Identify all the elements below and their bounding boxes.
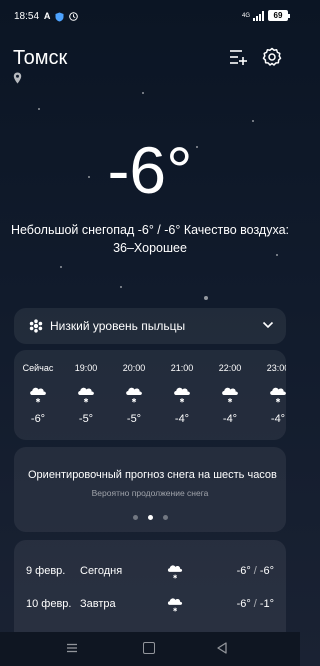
shield-icon bbox=[55, 12, 64, 21]
status-bar: 18:54 𝐀 4G 69 bbox=[0, 0, 300, 34]
day-name: Сегодня bbox=[80, 565, 123, 577]
temp-separator: / bbox=[253, 598, 257, 610]
battery-level: 69 bbox=[273, 11, 283, 20]
hour-temp: -4° bbox=[222, 413, 238, 425]
hour-temp: -5° bbox=[126, 413, 142, 425]
day-name: Завтра bbox=[80, 598, 116, 610]
snow-cloud-icon: ✱ bbox=[167, 565, 183, 580]
page-indicator[interactable] bbox=[14, 515, 286, 520]
text-a-icon: 𝐀 bbox=[44, 11, 51, 21]
page-dot[interactable] bbox=[132, 515, 138, 520]
day-temps: -6° / -6° bbox=[237, 565, 274, 577]
hour-temp: -4° bbox=[270, 413, 286, 425]
status-time: 18:54 bbox=[14, 11, 40, 22]
snow-particle bbox=[60, 266, 62, 268]
day-temps: -6° / -1° bbox=[237, 598, 274, 610]
svg-text:✱: ✱ bbox=[227, 398, 232, 405]
snow-particle bbox=[142, 92, 144, 94]
hour-item[interactable]: Сейчас ✱ -6° bbox=[14, 350, 62, 440]
hour-item[interactable]: 21:00 ✱ -4° bbox=[158, 350, 206, 440]
hour-temp: -5° bbox=[78, 413, 94, 425]
settings-gear-icon[interactable] bbox=[262, 47, 282, 67]
hour-time: 23:00 bbox=[266, 363, 286, 373]
status-indicators: 4G 69 bbox=[241, 10, 290, 21]
day-low: -6° bbox=[236, 565, 251, 577]
day-row[interactable]: 9 февр. Сегодня ✱ -6° / -6° bbox=[14, 562, 286, 582]
svg-text:✱: ✱ bbox=[83, 398, 88, 405]
temp-separator: / bbox=[253, 565, 257, 577]
snow-particle bbox=[120, 286, 122, 288]
system-nav-bar bbox=[0, 632, 300, 666]
battery-icon: 69 bbox=[268, 10, 290, 21]
day-row[interactable]: 10 февр. Завтра ✱ -6° / -1° bbox=[14, 595, 286, 615]
hour-time: 21:00 bbox=[170, 363, 194, 373]
hour-temp: -6° bbox=[30, 413, 46, 425]
day-low: -6° bbox=[236, 598, 251, 610]
signal-icon bbox=[253, 10, 265, 21]
day-high: -6° bbox=[259, 565, 274, 577]
snow-cloud-icon: ✱ bbox=[174, 387, 190, 405]
hour-item[interactable]: 20:00 ✱ -5° bbox=[110, 350, 158, 440]
svg-text:✱: ✱ bbox=[179, 398, 184, 405]
snow-cloud-icon: ✱ bbox=[222, 387, 238, 405]
day-date: 9 февр. bbox=[26, 565, 66, 577]
snow-forecast-title: Ориентировочный прогноз снега на шесть ч… bbox=[28, 469, 277, 481]
current-temperature: -6° bbox=[107, 133, 193, 207]
network-type: 4G bbox=[241, 12, 250, 19]
snow-forecast-subtitle: Вероятно продолжение снега bbox=[91, 488, 209, 498]
home-icon[interactable] bbox=[143, 642, 155, 654]
pollen-label: Низкий уровень пыльцы bbox=[50, 319, 186, 333]
snow-forecast-card[interactable]: Ориентировочный прогноз снега на шесть ч… bbox=[14, 447, 286, 532]
svg-text:✱: ✱ bbox=[35, 398, 40, 405]
location-pin-icon bbox=[13, 72, 22, 84]
pollen-card[interactable]: Низкий уровень пыльцы bbox=[14, 308, 286, 344]
chevron-down-icon[interactable] bbox=[262, 320, 274, 330]
hourly-forecast[interactable]: Сейчас ✱ -6° 19:00 ✱ -5° 20:00 ✱ -5° 21:… bbox=[14, 350, 286, 440]
daily-forecast[interactable]: 9 февр. Сегодня ✱ -6° / -6° 10 февр. Завтр… bbox=[14, 540, 286, 632]
page-dot-active[interactable] bbox=[147, 515, 153, 520]
back-icon[interactable] bbox=[216, 642, 228, 654]
city-name[interactable]: Томск bbox=[13, 47, 67, 70]
snow-particle bbox=[252, 120, 254, 122]
snow-cloud-icon: ✱ bbox=[270, 387, 286, 405]
snow-cloud-icon: ✱ bbox=[167, 598, 183, 613]
snow-cloud-icon: ✱ bbox=[30, 387, 46, 405]
svg-text:✱: ✱ bbox=[173, 575, 178, 580]
snow-cloud-icon: ✱ bbox=[126, 387, 142, 405]
page-dot[interactable] bbox=[162, 515, 168, 520]
hour-time: 22:00 bbox=[218, 363, 242, 373]
day-high: -1° bbox=[259, 598, 274, 610]
hour-item[interactable]: 23:00 ✱ -4° bbox=[254, 350, 286, 440]
hour-time: 20:00 bbox=[122, 363, 146, 373]
status-notification-icons: 𝐀 bbox=[44, 11, 79, 22]
menu-icon[interactable] bbox=[66, 643, 78, 653]
svg-text:✱: ✱ bbox=[173, 608, 178, 613]
current-conditions[interactable]: Небольшой снегопад -6° / -6° Качество во… bbox=[10, 221, 290, 257]
pollen-icon bbox=[29, 319, 43, 333]
snow-cloud-icon: ✱ bbox=[78, 387, 94, 405]
clock-icon bbox=[69, 12, 79, 21]
snow-particle bbox=[204, 296, 208, 300]
hour-time: 19:00 bbox=[74, 363, 98, 373]
hour-temp: -4° bbox=[174, 413, 190, 425]
hour-item[interactable]: 22:00 ✱ -4° bbox=[206, 350, 254, 440]
day-date: 10 февр. bbox=[26, 598, 72, 610]
add-city-icon[interactable] bbox=[228, 48, 248, 66]
svg-text:✱: ✱ bbox=[131, 398, 136, 405]
snow-particle bbox=[38, 108, 40, 110]
hour-item[interactable]: 19:00 ✱ -5° bbox=[62, 350, 110, 440]
svg-text:✱: ✱ bbox=[275, 398, 280, 405]
hour-time: Сейчас bbox=[22, 363, 54, 373]
